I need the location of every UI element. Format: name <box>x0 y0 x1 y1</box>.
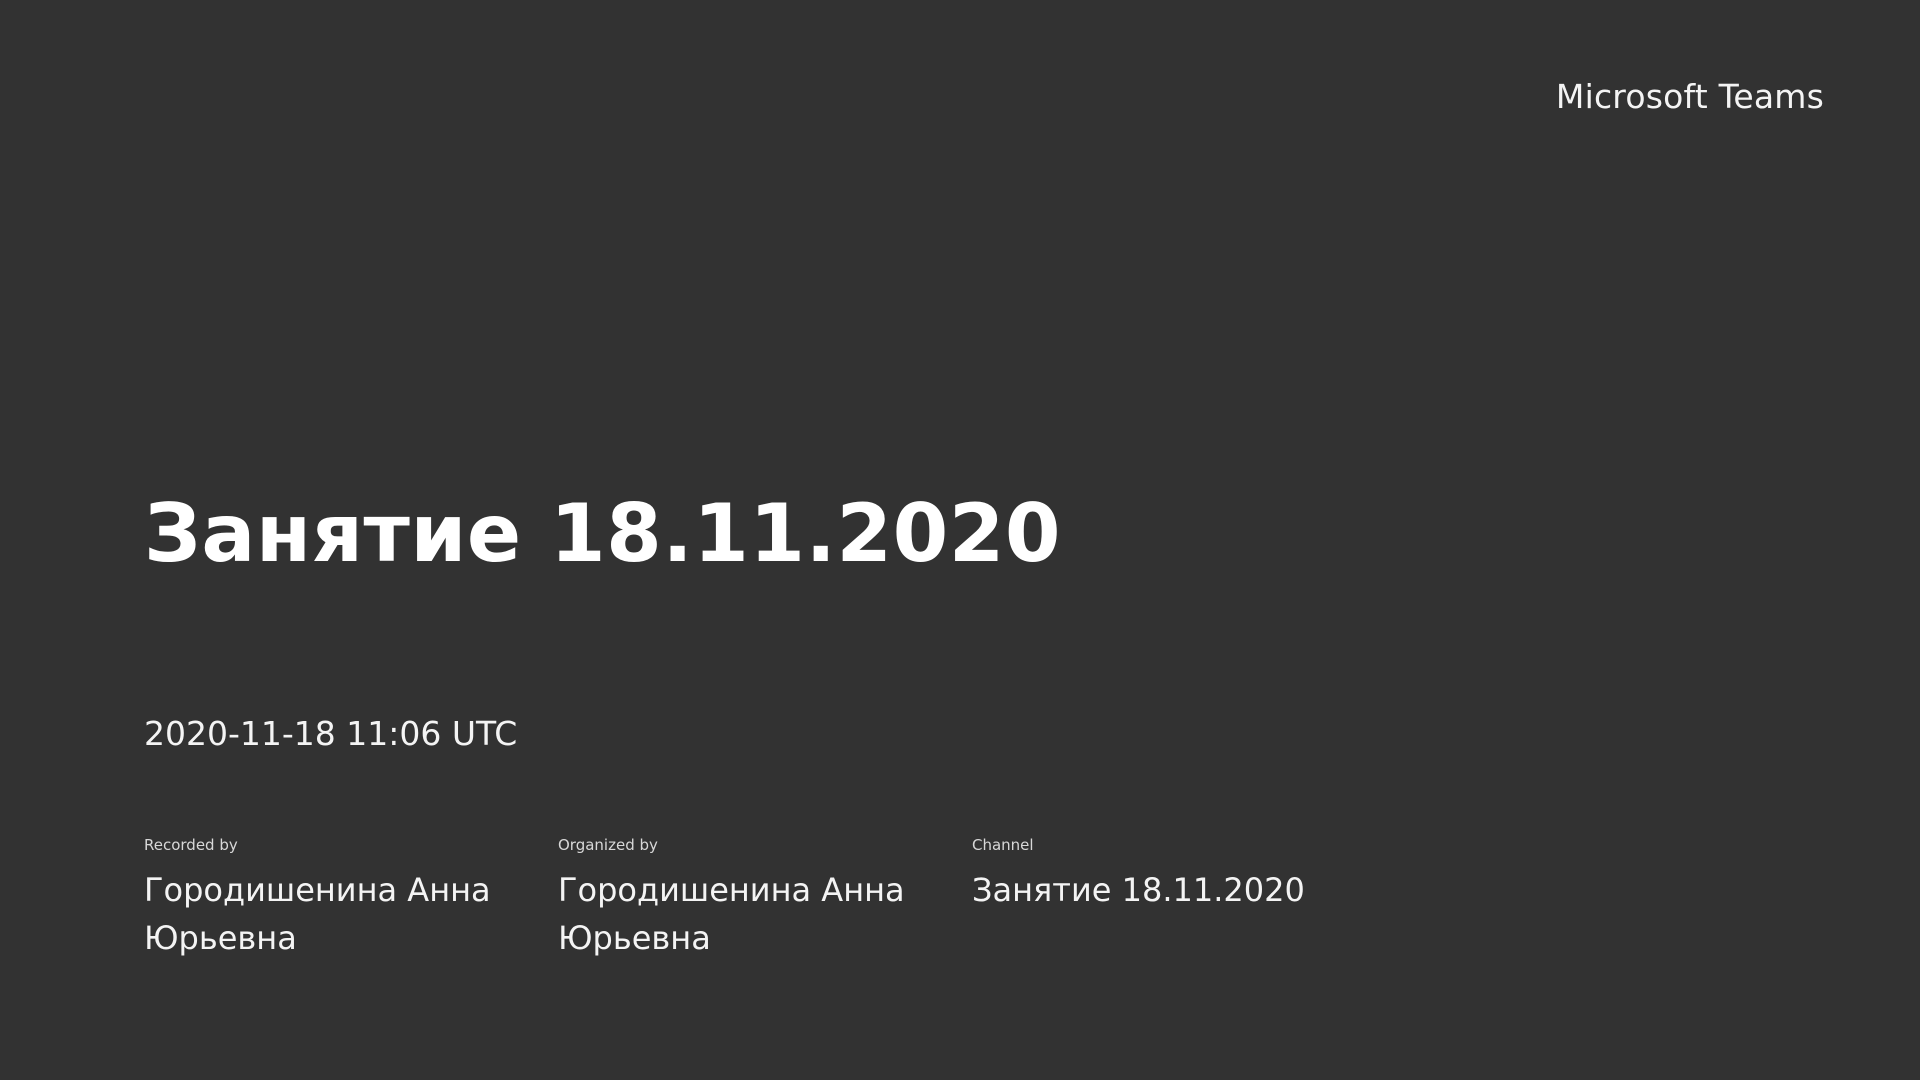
recording-title: Занятие 18.11.2020 <box>144 487 1062 580</box>
recorded-by-section: Recorded by Городишенина Анна Юрьевна <box>144 834 558 962</box>
recorded-by-label: Recorded by <box>144 836 238 854</box>
organized-by-label: Organized by <box>558 836 658 854</box>
channel-label: Channel <box>972 836 1034 854</box>
organized-by-value: Городишенина Анна Юрьевна <box>558 871 905 957</box>
organized-by-section: Organized by Городишенина Анна Юрьевна <box>558 834 972 962</box>
app-brand: Microsoft Teams <box>1555 77 1824 116</box>
channel-section: Channel Занятие 18.11.2020 <box>972 834 1386 962</box>
channel-value: Занятие 18.11.2020 <box>972 871 1305 909</box>
recorded-by-value: Городишенина Анна Юрьевна <box>144 871 491 957</box>
recording-metadata: Recorded by Городишенина Анна Юрьевна Or… <box>144 834 1386 962</box>
recording-timestamp: 2020-11-18 11:06 UTC <box>144 714 518 753</box>
